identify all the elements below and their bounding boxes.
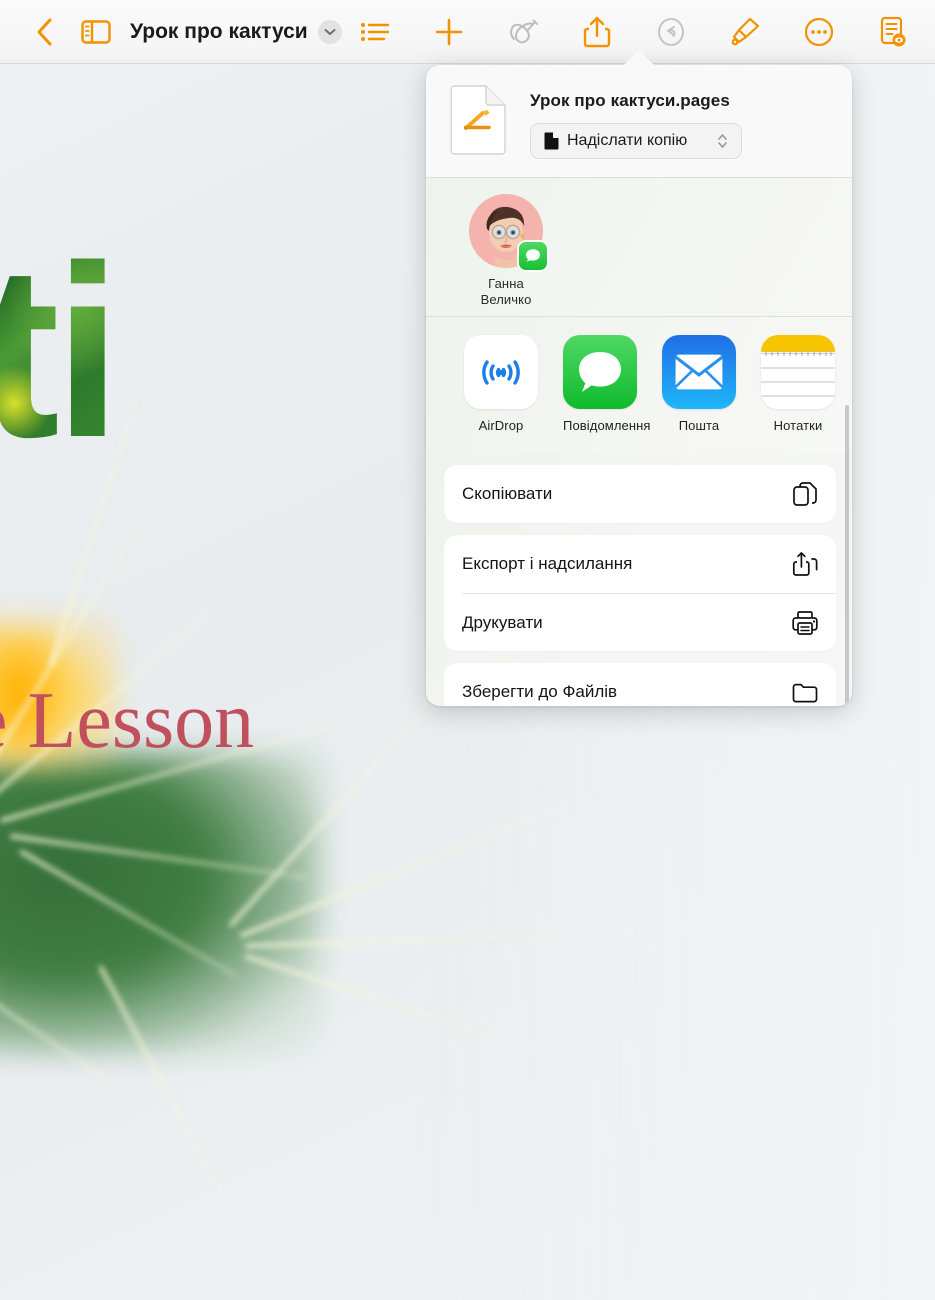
action-group: Експорт і надсилання Друкувати bbox=[444, 535, 836, 651]
document-title[interactable]: Урок про кактуси bbox=[130, 20, 308, 44]
action-label: Скопіювати bbox=[462, 484, 553, 503]
share-file-name: Урок про кактуси.pages bbox=[530, 91, 730, 110]
document-title-menu-button[interactable] bbox=[317, 19, 342, 44]
updown-chevron-icon bbox=[718, 134, 727, 148]
app-item-airdrop[interactable]: AirDrop bbox=[464, 335, 538, 453]
share-sheet-header: Урок про кактуси.pages Надіслати копію bbox=[426, 65, 852, 178]
app-label: Пошта bbox=[678, 418, 720, 433]
share-sheet-scrollbar[interactable] bbox=[845, 405, 849, 705]
airdrop-icon bbox=[482, 360, 520, 385]
format-brush-icon bbox=[731, 17, 760, 45]
app-label: Нотатки bbox=[773, 418, 823, 433]
undo-icon bbox=[657, 17, 685, 46]
action-row-print[interactable]: Друкувати bbox=[462, 593, 836, 651]
contact-name: Ганна Величко bbox=[464, 276, 548, 308]
print-icon bbox=[792, 610, 818, 635]
send-copy-label: Надіслати копію bbox=[567, 132, 688, 149]
action-row-save-to-files[interactable]: Зберегти до Файлів bbox=[444, 663, 836, 706]
folder-icon bbox=[792, 683, 818, 703]
back-button[interactable] bbox=[18, 8, 70, 56]
document-filled-icon bbox=[544, 132, 559, 150]
document-view-icon bbox=[880, 16, 906, 46]
share-contacts-row: Ганна Величко bbox=[426, 178, 852, 317]
export-share-icon bbox=[792, 552, 818, 576]
document-subheadline: e Lesson bbox=[0, 677, 255, 765]
document-view-button[interactable] bbox=[867, 8, 919, 56]
list-button[interactable] bbox=[349, 8, 401, 56]
app-item-messages[interactable]: Повідомлення bbox=[563, 335, 651, 453]
chevron-down-icon bbox=[324, 28, 336, 35]
notes-icon bbox=[761, 335, 835, 409]
action-label: Зберегти до Файлів bbox=[462, 682, 618, 701]
app-screen: cti e Lesson Урок про кактуси bbox=[0, 0, 935, 1300]
share-icon bbox=[583, 16, 611, 47]
pages-document-icon bbox=[450, 85, 506, 155]
share-apps-row: AirDrop Повідомлення Пошта Нотатки bbox=[426, 317, 852, 453]
action-row-export[interactable]: Експорт і надсилання bbox=[444, 535, 836, 593]
share-button[interactable] bbox=[571, 8, 623, 56]
copy-icon bbox=[793, 482, 817, 506]
chevron-left-icon bbox=[37, 18, 52, 45]
more-ellipsis-icon bbox=[804, 17, 834, 46]
undo-button[interactable] bbox=[645, 8, 697, 56]
format-brush-button[interactable] bbox=[719, 8, 771, 56]
document-headline: cti bbox=[0, 234, 116, 470]
top-toolbar: Урок про кактуси bbox=[0, 0, 935, 64]
action-label: Друкувати bbox=[462, 612, 543, 632]
contact-item[interactable]: Ганна Величко bbox=[464, 194, 548, 316]
contact-name-last: Величко bbox=[480, 291, 532, 307]
sidebar-toggle-icon bbox=[81, 19, 111, 44]
more-button[interactable] bbox=[793, 8, 845, 56]
plus-icon bbox=[435, 18, 463, 45]
action-group: Зберегти до Файлів bbox=[444, 663, 836, 706]
smart-annotation-button[interactable] bbox=[497, 8, 549, 56]
action-label: Експорт і надсилання bbox=[462, 554, 633, 573]
messages-badge-icon bbox=[519, 242, 547, 270]
share-sheet-popover: Урок про кактуси.pages Надіслати копію Г… bbox=[426, 65, 852, 706]
action-group: Скопіювати bbox=[444, 465, 836, 523]
app-label: Повідомлення bbox=[563, 418, 651, 433]
messages-icon bbox=[579, 352, 621, 392]
app-item-mail[interactable]: Пошта bbox=[662, 335, 736, 453]
mail-icon bbox=[674, 354, 724, 390]
bulleted-list-icon bbox=[361, 22, 390, 41]
action-row-copy[interactable]: Скопіювати bbox=[444, 465, 836, 523]
add-button[interactable] bbox=[423, 8, 475, 56]
smart-annotation-icon bbox=[510, 19, 538, 43]
sidebar-toggle-button[interactable] bbox=[70, 8, 122, 56]
contact-name-first: Ганна bbox=[488, 276, 524, 291]
app-label: AirDrop bbox=[478, 418, 524, 433]
app-item-notes[interactable]: Нотатки bbox=[761, 335, 835, 453]
share-actions: Скопіювати Експорт і надсилання Друкуват… bbox=[426, 453, 852, 706]
send-copy-select[interactable]: Надіслати копію bbox=[530, 123, 742, 159]
